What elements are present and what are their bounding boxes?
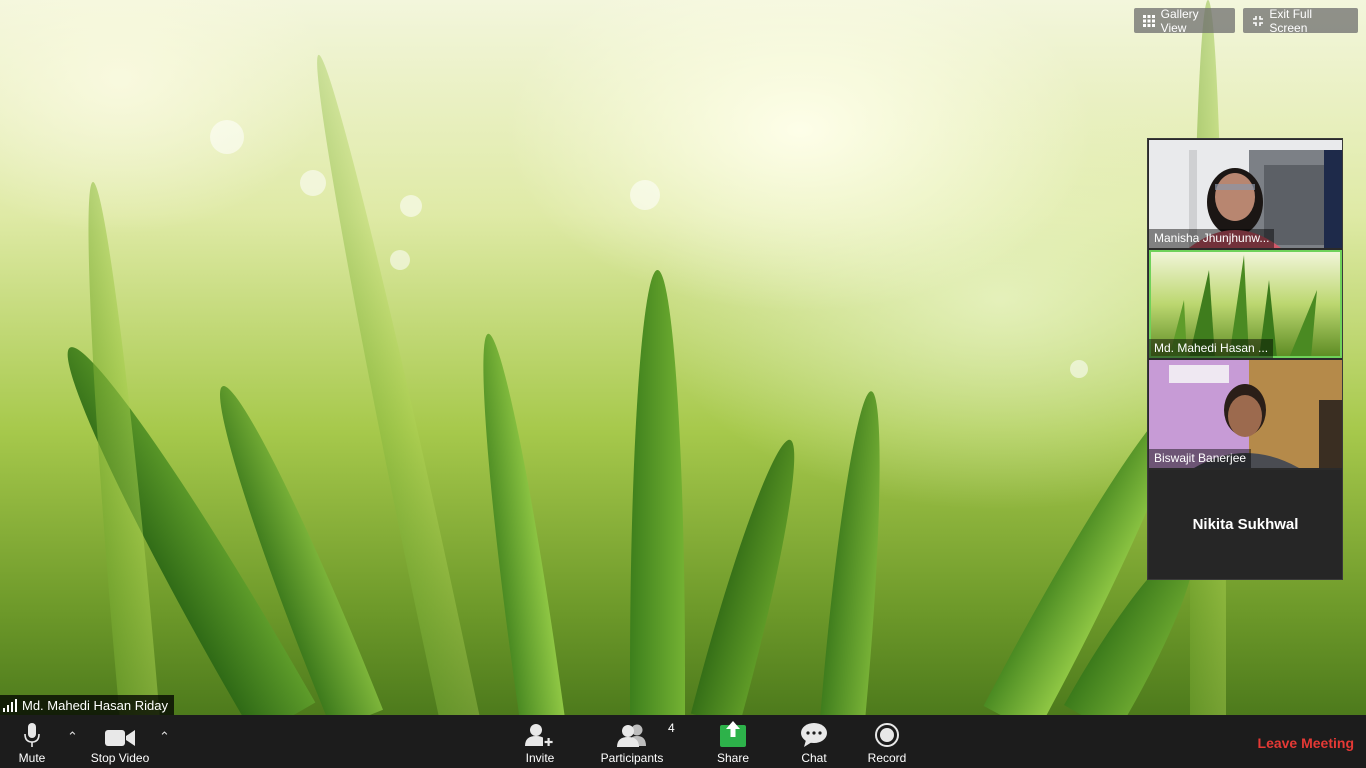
chat-button[interactable]: Chat xyxy=(797,715,831,768)
mute-button[interactable]: Mute xyxy=(10,715,54,768)
active-speaker-label: Md. Mahedi Hasan Riday xyxy=(0,695,174,715)
chat-label: Chat xyxy=(801,751,827,765)
gallery-view-label: Gallery View xyxy=(1160,6,1199,35)
exit-full-screen-label: Exit Full Screen xyxy=(1269,6,1313,35)
share-button[interactable]: Share xyxy=(714,715,752,768)
record-icon xyxy=(875,723,899,747)
exit-fullscreen-icon xyxy=(1253,15,1263,26)
participant-video-3[interactable]: Biswajit Banerjee xyxy=(1149,360,1342,468)
mute-label: Mute xyxy=(18,751,46,765)
meeting-toolbar: Mute ⌃ Stop Video ⌃ Invite 4 Participant… xyxy=(0,715,1366,768)
microphone-icon xyxy=(24,723,40,747)
chevron-up-icon[interactable]: ⌃ xyxy=(159,729,170,745)
participant-tile-no-video[interactable]: Nikita Sukhwal xyxy=(1149,470,1342,579)
participant-name: Nikita Sukhwal xyxy=(1192,516,1299,533)
invite-label: Invite xyxy=(525,751,555,765)
participant-thumbnails: Manisha Jhunjhunw... Md. Mahedi Hasan ..… xyxy=(1147,138,1343,580)
signal-strength-icon xyxy=(3,699,17,712)
grid-icon xyxy=(1143,14,1155,27)
chat-bubble-icon xyxy=(801,723,827,747)
participant-name: Manisha Jhunjhunw... xyxy=(1149,229,1275,248)
participant-name: Md. Mahedi Hasan ... xyxy=(1149,339,1274,358)
participants-icon xyxy=(617,724,646,747)
stop-video-button[interactable]: Stop Video xyxy=(85,715,155,768)
participant-video-1[interactable]: Manisha Jhunjhunw... xyxy=(1149,140,1342,248)
invite-button[interactable]: Invite xyxy=(519,715,561,768)
exit-full-screen-button[interactable]: Exit Full Screen xyxy=(1243,6,1358,35)
add-user-icon xyxy=(525,724,554,746)
participant-name: Biswajit Banerjee xyxy=(1149,449,1252,468)
participants-count-badge: 4 xyxy=(668,721,675,735)
share-screen-icon xyxy=(720,721,746,747)
active-speaker-name: Md. Mahedi Hasan Riday xyxy=(22,697,168,713)
record-label: Record xyxy=(867,751,907,765)
share-label: Share xyxy=(716,751,750,765)
leave-meeting-button[interactable]: Leave Meeting xyxy=(1258,735,1354,751)
stop-video-label: Stop Video xyxy=(90,751,150,765)
gallery-view-button[interactable]: Gallery View xyxy=(1134,6,1235,35)
participants-button[interactable]: 4 Participants xyxy=(597,715,675,768)
participant-video-2[interactable]: Md. Mahedi Hasan ... xyxy=(1149,250,1342,358)
chevron-up-icon[interactable]: ⌃ xyxy=(67,729,78,745)
video-camera-icon xyxy=(105,730,135,746)
participants-label: Participants xyxy=(600,751,664,765)
record-button[interactable]: Record xyxy=(866,715,908,768)
